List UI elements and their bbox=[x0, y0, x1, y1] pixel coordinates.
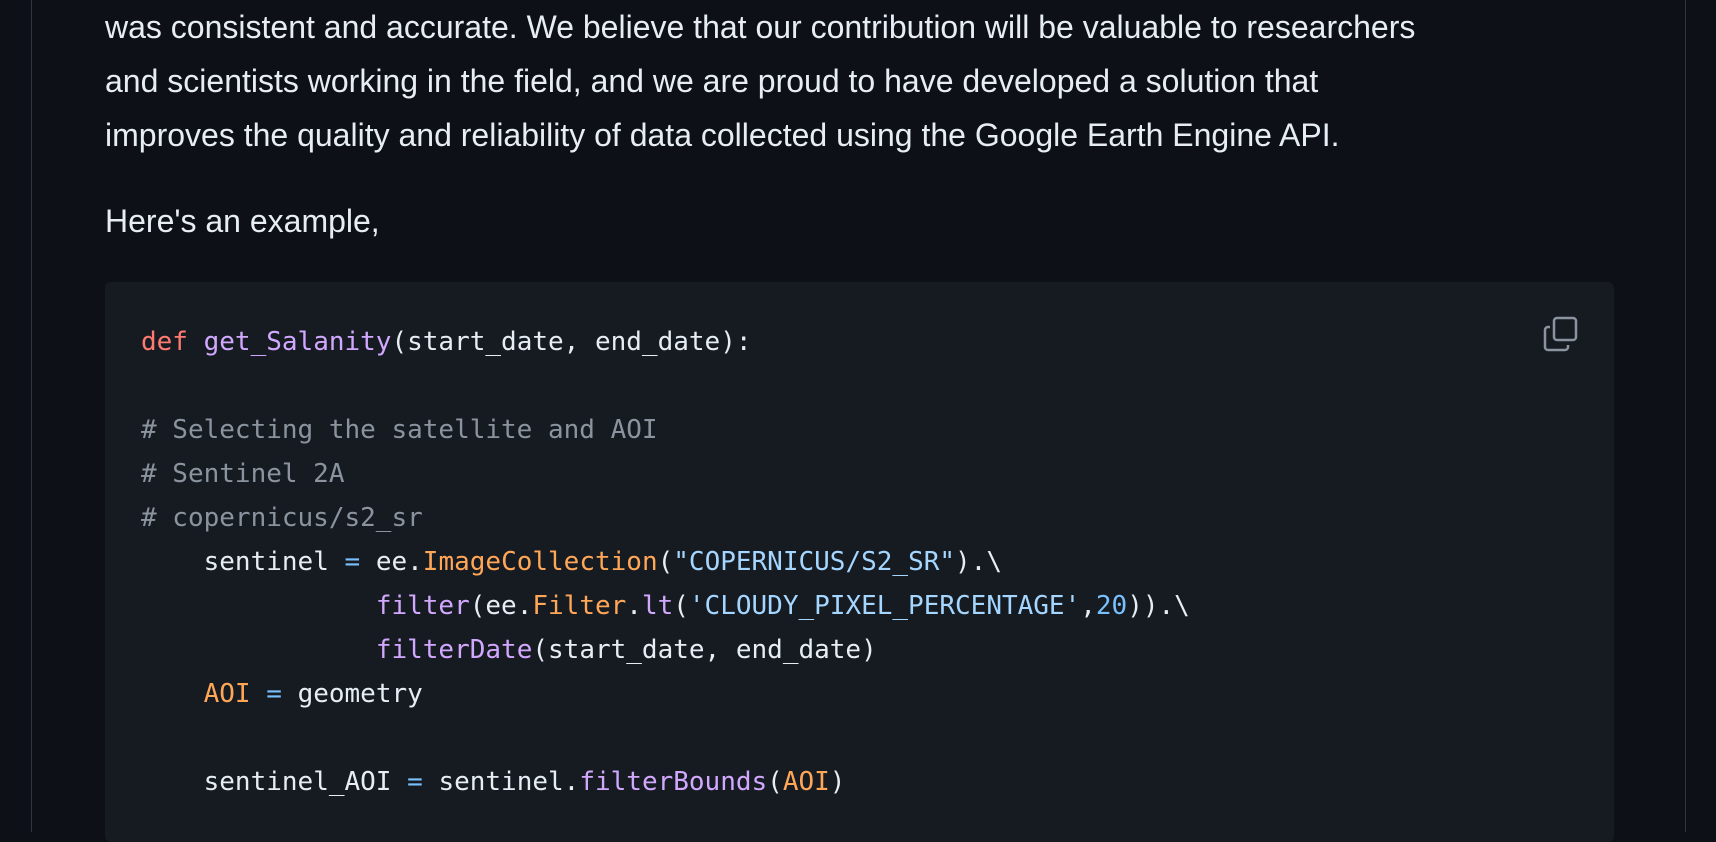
code-number: 20 bbox=[1095, 591, 1128, 621]
code-variable: AOI bbox=[782, 767, 830, 797]
code-operator: = bbox=[407, 767, 423, 797]
code-class-name: ImageCollection bbox=[422, 547, 658, 577]
code-text: (ee. bbox=[469, 591, 533, 621]
code-function-name: filterBounds bbox=[579, 767, 768, 797]
code-text: , bbox=[1080, 591, 1096, 621]
code-variable: sentinel bbox=[203, 547, 329, 577]
page: was consistent and accurate. We believe … bbox=[0, 0, 1716, 842]
code-line-3: # Selecting the satellite and AOI bbox=[141, 408, 1190, 452]
code-keyword: def bbox=[141, 327, 188, 357]
code-operator: = bbox=[344, 547, 361, 577]
code-text: (start_date, end_date) bbox=[532, 635, 877, 665]
code-line-11: sentinel_AOI = sentinel.filterBounds(AOI… bbox=[141, 760, 1190, 804]
code-text: geometry bbox=[297, 679, 423, 709]
code-variable: AOI bbox=[203, 679, 251, 709]
code-text: (start_date, end_date): bbox=[391, 327, 752, 357]
code-content: def get_Salanity(start_date, end_date): #… bbox=[141, 320, 1190, 804]
code-variable: sentinel_AOI bbox=[203, 767, 392, 797]
code-text: ).\ bbox=[955, 547, 1002, 577]
code-line-6: sentinel = ee.ImageCollection("COPERNICU… bbox=[141, 540, 1190, 584]
code-line-1: def get_Salanity(start_date, end_date): bbox=[141, 320, 1190, 364]
paragraph-line-1: was consistent and accurate. We believe … bbox=[105, 9, 1416, 45]
code-block: def get_Salanity(start_date, end_date): #… bbox=[105, 282, 1614, 842]
code-string: 'CLOUDY_PIXEL_PERCENTAGE' bbox=[688, 591, 1081, 621]
code-line-7: filter(ee.Filter.lt('CLOUDY_PIXEL_PERCEN… bbox=[141, 584, 1190, 628]
code-function-name: filter bbox=[375, 591, 470, 621]
example-intro-text: Here's an example, bbox=[105, 203, 380, 239]
code-line-4: # Sentinel 2A bbox=[141, 452, 1190, 496]
code-comment: # Selecting the satellite and AOI bbox=[141, 415, 658, 445]
paragraph-line-3: improves the quality and reliability of … bbox=[105, 117, 1340, 153]
code-text: ee. bbox=[375, 547, 423, 577]
copy-icon bbox=[1543, 316, 1578, 352]
code-function-name: lt bbox=[641, 591, 674, 621]
code-class-name: Filter bbox=[532, 591, 627, 621]
paragraph-line-2: and scientists working in the field, and… bbox=[105, 63, 1319, 99]
code-text: ( bbox=[767, 767, 783, 797]
code-line-8: filterDate(start_date, end_date) bbox=[141, 628, 1190, 672]
code-line-9: AOI = geometry bbox=[141, 672, 1190, 716]
code-function-name: filterDate bbox=[375, 635, 533, 665]
code-text: sentinel. bbox=[438, 767, 580, 797]
code-string: "COPERNICUS/S2_SR" bbox=[673, 547, 956, 577]
code-comment: # copernicus/s2_sr bbox=[141, 503, 423, 533]
code-line-5: # copernicus/s2_sr bbox=[141, 496, 1190, 540]
code-function-name: get_Salanity bbox=[203, 327, 392, 357]
code-text: . bbox=[626, 591, 642, 621]
copy-code-button[interactable] bbox=[1542, 314, 1582, 354]
code-text: )).\ bbox=[1127, 591, 1190, 621]
code-operator: = bbox=[266, 679, 282, 709]
code-text: ( bbox=[657, 547, 674, 577]
code-text: ) bbox=[829, 767, 846, 797]
code-text: ( bbox=[673, 591, 689, 621]
article-paragraph: was consistent and accurate. We believe … bbox=[105, 0, 1625, 162]
code-comment: # Sentinel 2A bbox=[141, 459, 345, 489]
